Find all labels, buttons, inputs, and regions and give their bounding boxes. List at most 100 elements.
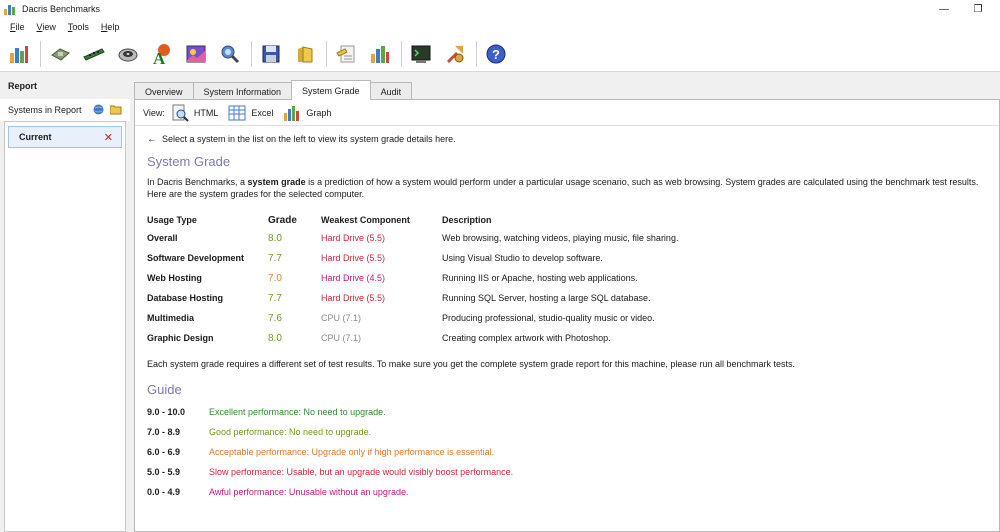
grade-report: ← Select a system in the list on the lef… (135, 126, 999, 508)
cpu-icon[interactable] (47, 41, 73, 67)
table-header-row: Usage Type Grade Weakest Component Descr… (147, 212, 842, 228)
usage-type: Web Hosting (147, 273, 202, 283)
chart-icon[interactable] (367, 41, 393, 67)
open-folder-icon[interactable] (292, 41, 318, 67)
view-graph-button[interactable]: Graph (283, 104, 331, 122)
view-label: View: (143, 107, 165, 118)
usage-description: Running SQL Server, hosting a large SQL … (442, 293, 651, 303)
toolbar-separator (326, 40, 327, 67)
svg-text:A: A (153, 49, 166, 66)
grade-range: 9.0 - 10.0 (147, 407, 186, 417)
toolbar-separator (401, 40, 402, 67)
title-bar: Dacris Benchmarks — ❐ (0, 0, 1000, 18)
tab-system-information[interactable]: System Information (192, 82, 293, 100)
usage-description: Web browsing, watching videos, playing m… (442, 233, 679, 243)
toolbar-separator (40, 40, 41, 67)
usage-description: Producing professional, studio-quality m… (442, 313, 655, 323)
systems-in-report-label: Systems in Report (8, 105, 82, 115)
save-icon[interactable] (258, 41, 284, 67)
usage-type: Overall (147, 233, 178, 243)
list-item: 9.0 - 10.0 Excellent performance: No nee… (147, 402, 987, 422)
network-icon[interactable] (217, 41, 243, 67)
column-header: Weakest Component (321, 215, 410, 225)
usage-type: Graphic Design (147, 333, 214, 343)
table-row: Graphic Design 8.0 CPU (7.1) Creating co… (147, 328, 842, 348)
guide-title: Guide (147, 382, 182, 397)
table-row: Multimedia 7.6 CPU (7.1) Producing profe… (147, 308, 842, 328)
weakest-component: Hard Drive (5.5) (321, 233, 386, 243)
list-item[interactable]: Current ✕ (8, 126, 122, 148)
report-sidebar: Report Systems in Report Current ✕ (0, 73, 130, 532)
grade-range: 5.0 - 5.9 (147, 467, 181, 477)
grade-meaning: Excellent performance: No need to upgrad… (209, 407, 386, 417)
grade-value: 7.0 (268, 272, 282, 284)
main-content: Overview System Information System Grade… (134, 80, 1000, 532)
view-html-button[interactable]: HTML (171, 104, 218, 122)
column-header: Grade (268, 214, 297, 226)
toolbar-separator (476, 40, 477, 67)
grade-value: 7.7 (268, 252, 282, 264)
view-excel-button[interactable]: Excel (228, 104, 273, 122)
weakest-component: CPU (7.1) (321, 313, 362, 323)
add-system-icon[interactable] (93, 104, 104, 117)
usage-type: Multimedia (147, 313, 195, 323)
weakest-component: Hard Drive (5.5) (321, 293, 386, 303)
weakest-component: Hard Drive (5.5) (321, 253, 386, 263)
intro-paragraph: In Dacris Benchmarks, a system grade is … (147, 177, 979, 199)
table-row: Web Hosting 7.0 Hard Drive (4.5) Running… (147, 268, 842, 288)
open-system-folder-icon[interactable] (109, 104, 122, 117)
table-row: Database Hosting 7.7 Hard Drive (5.5) Ru… (147, 288, 842, 308)
systems-list: Current ✕ (4, 121, 126, 532)
selection-hint: ← Select a system in the list on the lef… (147, 133, 456, 145)
benchmark-icon[interactable] (6, 41, 32, 67)
tab-overview[interactable]: Overview (134, 82, 194, 100)
restore-button[interactable]: ❐ (962, 0, 994, 18)
tab-system-grade[interactable]: System Grade (291, 80, 371, 100)
menu-view[interactable]: View (31, 22, 62, 32)
systems-in-report-bar: Systems in Report (0, 99, 130, 121)
font-icon[interactable]: A (149, 41, 175, 67)
column-header: Usage Type (147, 215, 197, 225)
remove-system-icon[interactable]: ✕ (104, 131, 113, 144)
menu-file[interactable]: File (4, 22, 31, 32)
grade-value: 8.0 (268, 332, 282, 344)
memory-icon[interactable] (81, 41, 107, 67)
grades-table: Usage Type Grade Weakest Component Descr… (147, 212, 842, 348)
usage-description: Running IIS or Apache, hosting web appli… (442, 273, 638, 283)
tools-icon[interactable] (442, 41, 468, 67)
arrow-left-icon: ← (147, 133, 157, 145)
grade-meaning: Good performance: No need to upgrade. (209, 427, 372, 437)
toolbar-separator (251, 40, 252, 67)
grades-table-body: Overall 8.0 Hard Drive (5.5) Web browsin… (147, 228, 842, 348)
menu-help[interactable]: Help (95, 22, 126, 32)
guide-list: 9.0 - 10.0 Excellent performance: No nee… (147, 402, 987, 502)
table-row: Overall 8.0 Hard Drive (5.5) Web browsin… (147, 228, 842, 248)
minimize-button[interactable]: — (928, 0, 960, 18)
help-icon[interactable]: ? (483, 41, 509, 67)
spreadsheet-icon (228, 104, 246, 122)
tab-strip: Overview System Information System Grade… (134, 80, 413, 100)
sidebar-header: Report (8, 81, 37, 91)
grade-range: 6.0 - 6.9 (147, 447, 181, 457)
hard-drive-icon[interactable] (115, 41, 141, 67)
menu-tools[interactable]: Tools (62, 22, 95, 32)
table-row: Software Development 7.7 Hard Drive (5.5… (147, 248, 842, 268)
footnote: Each system grade requires a different s… (147, 359, 795, 369)
graphics-icon[interactable] (183, 41, 209, 67)
usage-description: Using Visual Studio to develop software. (442, 253, 603, 263)
weakest-component: CPU (7.1) (321, 333, 362, 343)
list-item: 6.0 - 6.9 Acceptable performance: Upgrad… (147, 442, 987, 462)
terminal-icon[interactable] (408, 41, 434, 67)
list-item: 5.0 - 5.9 Slow performance: Usable, but … (147, 462, 987, 482)
list-item: 7.0 - 8.9 Good performance: No need to u… (147, 422, 987, 442)
grade-range: 7.0 - 8.9 (147, 427, 181, 437)
bar-chart-icon (283, 104, 301, 122)
svg-text:?: ? (492, 47, 500, 62)
tab-audit[interactable]: Audit (369, 82, 413, 100)
grade-range: 0.0 - 4.9 (147, 487, 181, 497)
list-item: 0.0 - 4.9 Awful performance: Unusable wi… (147, 482, 987, 502)
notes-icon[interactable] (333, 41, 359, 67)
grade-value: 7.6 (268, 312, 282, 324)
grade-meaning: Acceptable performance: Upgrade only if … (209, 447, 495, 457)
system-grade-panel: View: HTML Excel Graph ← Select a system… (134, 99, 1000, 532)
